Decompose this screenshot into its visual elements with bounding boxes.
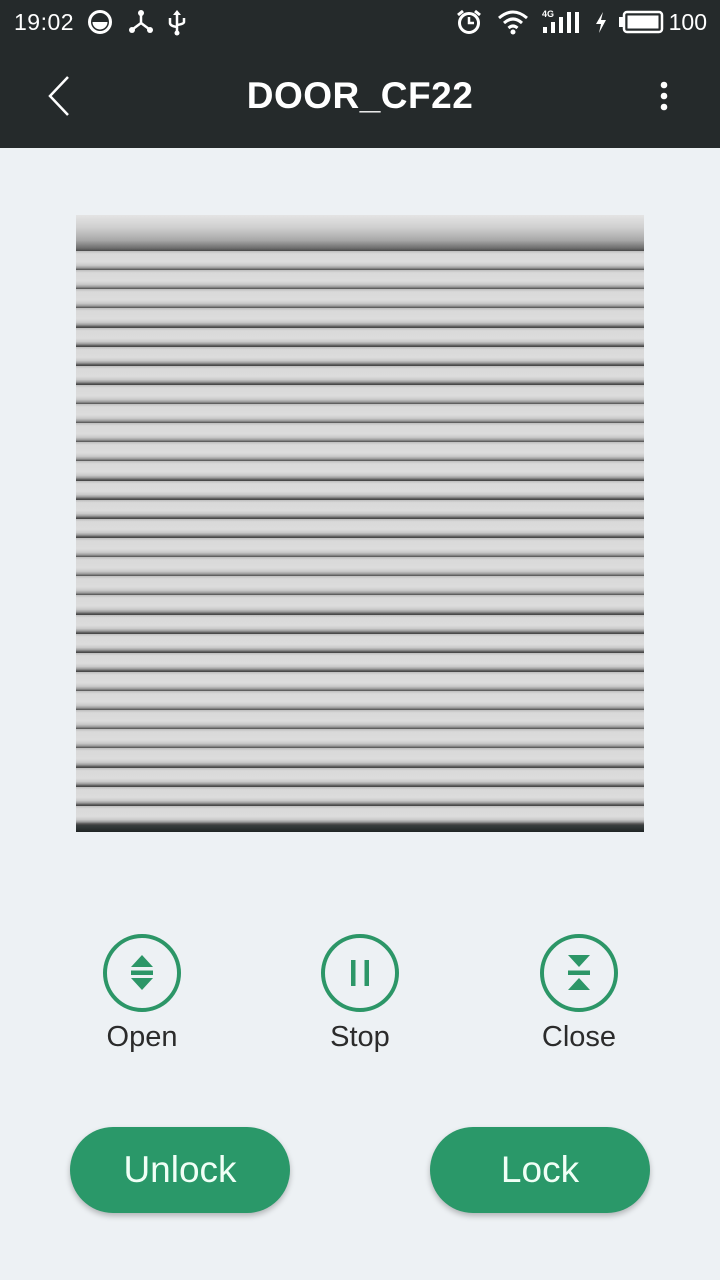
shutter-slat (76, 289, 644, 309)
app-bar: DOOR_CF22 (0, 45, 720, 148)
charging-icon (596, 12, 606, 33)
shutter-slat (76, 384, 644, 405)
usb-icon (168, 10, 186, 36)
shutter-slat (76, 461, 644, 482)
shutter-slat (76, 652, 644, 673)
shutter-slat (76, 633, 644, 654)
shutter-roll-box (76, 215, 644, 251)
shutter-slat (76, 442, 644, 462)
shutter-slat (76, 614, 644, 635)
shutter-slat (76, 423, 644, 443)
shutter-slat (76, 729, 644, 749)
shutter-slat (76, 327, 644, 348)
signal-4g-icon: 4G (542, 9, 579, 33)
status-time: 19:02 (14, 9, 75, 35)
data-saver-icon (88, 10, 112, 34)
shutter-slat (76, 480, 644, 501)
open-button[interactable]: Open (72, 934, 212, 1054)
open-label: Open (106, 1021, 178, 1053)
shutter-slat (76, 499, 644, 520)
close-label: Close (541, 1021, 617, 1053)
shutter-slat (76, 251, 644, 271)
close-icon-circle (540, 934, 618, 1012)
shutter-slat (76, 346, 644, 367)
shutter-slat (76, 365, 644, 386)
shutter-slat (76, 404, 644, 424)
shutter-slat (76, 518, 644, 539)
shutter-slat (76, 786, 644, 807)
shutter-slat (76, 595, 644, 616)
share-hub-icon (129, 10, 153, 33)
stop-label: Stop (330, 1021, 390, 1053)
shutter-slat (76, 805, 644, 826)
shutter-slat (76, 748, 644, 769)
svg-text:4G: 4G (542, 9, 554, 19)
more-options-button[interactable] (652, 77, 676, 117)
battery-level: 100 (668, 9, 707, 35)
shutter-bottom-bar (76, 825, 644, 832)
shutter-slats (76, 251, 644, 826)
page-title: DOOR_CF22 (246, 75, 474, 116)
shutter-slat (76, 576, 644, 596)
shutter-slat (76, 691, 644, 711)
lock-button[interactable]: Lock (430, 1127, 650, 1213)
pause-icon (351, 960, 369, 986)
battery-icon (619, 10, 664, 34)
open-icon-circle (103, 934, 181, 1012)
shutter-slat (76, 557, 644, 577)
wifi-icon (498, 10, 528, 35)
status-bar: 19:02 4G 100 (0, 0, 720, 45)
more-vertical-icon (660, 81, 668, 111)
shutter-slat (76, 538, 644, 558)
shutter-slat (76, 671, 644, 692)
stop-button[interactable]: Stop (290, 934, 430, 1054)
shutter-door-visual (76, 215, 644, 832)
shutter-slat (76, 270, 644, 290)
alarm-icon (457, 9, 481, 34)
shutter-slat (76, 710, 644, 730)
shutter-slat (76, 308, 644, 329)
open-arrows-icon (131, 955, 153, 990)
shutter-slat (76, 767, 644, 788)
close-button[interactable]: Close (509, 934, 649, 1054)
stop-icon-circle (321, 934, 399, 1012)
close-arrows-icon (568, 955, 590, 990)
unlock-button[interactable]: Unlock (70, 1127, 290, 1213)
